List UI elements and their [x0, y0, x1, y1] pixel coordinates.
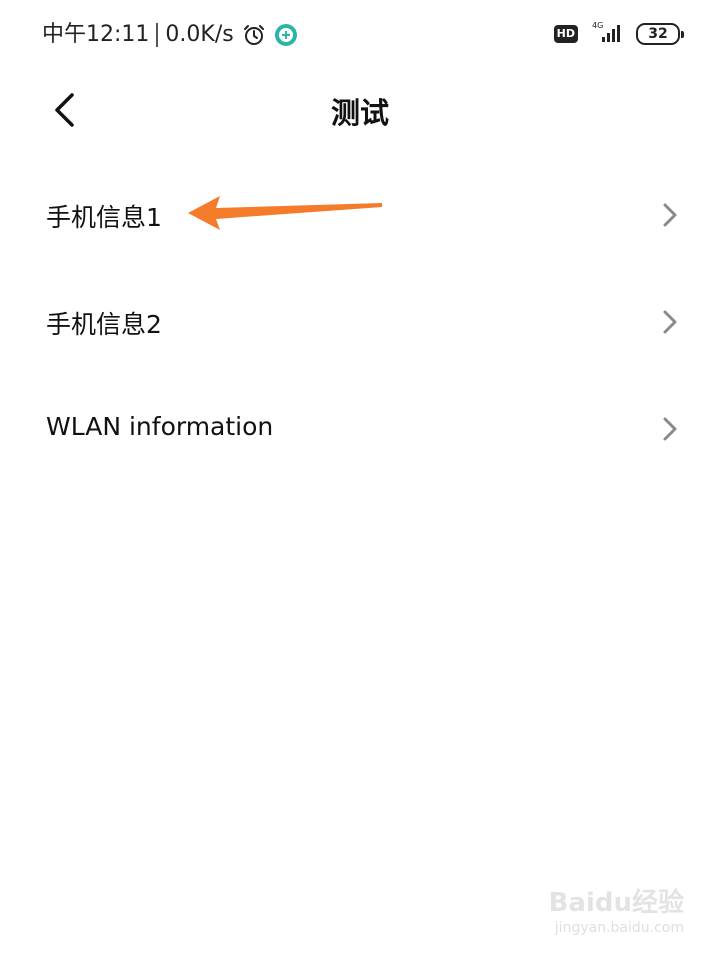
battery-level: 32: [636, 23, 680, 45]
network-speed: 0.0K/s: [165, 22, 234, 47]
app-notification-icon: [274, 23, 298, 47]
status-left: 中午12:11 0.0K/s: [42, 18, 298, 52]
battery-icon: 32: [636, 23, 684, 45]
menu-item-label: WLAN information: [46, 412, 274, 441]
chevron-right-icon: [663, 310, 677, 334]
chevron-right-icon: [663, 203, 677, 227]
status-time: 中午12:11: [42, 22, 150, 47]
status-right: HD 4G 32: [553, 20, 684, 48]
watermark-url: jingyan.baidu.com: [554, 920, 684, 936]
menu-item-phone-info-2[interactable]: 手机信息2: [0, 269, 720, 376]
menu-item-label: 手机信息2: [46, 310, 162, 339]
status-bar: 中午12:11 0.0K/s HD 4G 32: [0, 0, 720, 70]
signal-icon: 4G: [590, 20, 624, 48]
alarm-icon: [242, 23, 266, 47]
svg-text:4G: 4G: [592, 21, 603, 30]
annotation-arrow-icon: [188, 196, 382, 230]
app-header: 测试: [0, 72, 720, 148]
battery-tip: [681, 30, 684, 38]
menu-item-label: 手机信息1: [46, 203, 162, 232]
chevron-right-icon: [663, 417, 677, 441]
baidu-watermark: Baidu经验 jingyan.baidu.com: [534, 880, 684, 944]
menu-item-wlan-information[interactable]: WLAN information: [0, 376, 720, 483]
hd-icon: HD: [553, 25, 578, 43]
watermark-brand: Baidu经验: [548, 888, 684, 918]
status-divider: [156, 23, 159, 47]
page-title: 测试: [330, 96, 389, 130]
